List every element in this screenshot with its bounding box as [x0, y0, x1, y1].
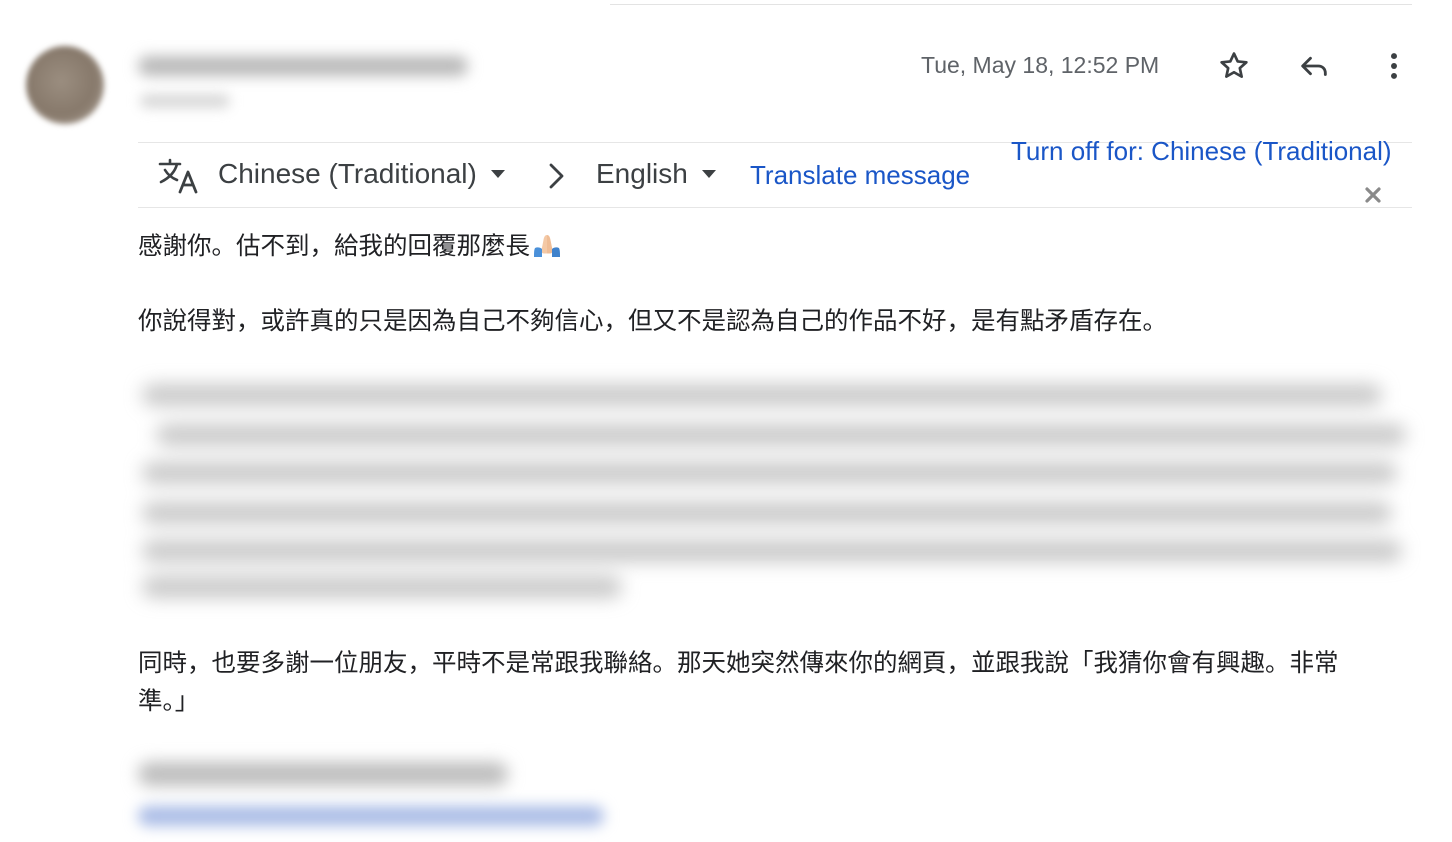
source-language-dropdown[interactable]: Chinese (Traditional) — [218, 158, 505, 190]
reply-button[interactable] — [1294, 46, 1334, 86]
message-paragraph-2: 你說得對，或許真的只是因為自己不夠信心，但又不是認為自己的作品不好，是有點矛盾存… — [138, 306, 1167, 335]
turn-off-translation-link[interactable]: Turn off for: Chinese (Traditional) — [1011, 136, 1392, 167]
message-paragraph-3-continued: 準。」 — [138, 686, 200, 715]
close-icon[interactable] — [1362, 184, 1384, 206]
source-language-label: Chinese (Traditional) — [218, 158, 477, 189]
top-divider — [610, 4, 1412, 5]
translate-icon — [158, 158, 198, 194]
target-language-dropdown[interactable]: English — [596, 158, 716, 190]
star-button[interactable] — [1214, 46, 1254, 86]
sender-name-redacted — [138, 56, 468, 76]
redacted-link[interactable] — [138, 806, 604, 826]
dropdown-caret-icon — [701, 170, 716, 178]
redacted-signature — [138, 762, 508, 786]
sender-email-redacted — [140, 94, 230, 108]
message-paragraph-1: 感謝你。估不到，給我的回覆那麼長 — [138, 227, 562, 265]
translate-message-link[interactable]: Translate message — [750, 160, 970, 191]
message-paragraph-3: 同時，也要多謝一位朋友，平時不是常跟我聯絡。那天她突然傳來你的網頁，並跟我說「我… — [138, 648, 1339, 677]
paragraph-text: 感謝你。估不到，給我的回覆那麼長 — [138, 231, 530, 260]
more-vert-icon — [1391, 53, 1397, 79]
chevron-right-icon — [549, 163, 564, 189]
message-timestamp: Tue, May 18, 12:52 PM — [921, 52, 1160, 78]
translate-bar-bottom-border — [138, 207, 1412, 208]
dropdown-caret-icon — [490, 170, 505, 178]
redacted-paragraph — [132, 370, 1414, 602]
star-icon — [1220, 52, 1248, 78]
reply-icon — [1301, 56, 1327, 76]
target-language-label: English — [596, 158, 688, 189]
folded-hands-icon — [534, 235, 560, 257]
more-options-button[interactable] — [1374, 46, 1414, 86]
sender-avatar[interactable] — [26, 46, 104, 124]
